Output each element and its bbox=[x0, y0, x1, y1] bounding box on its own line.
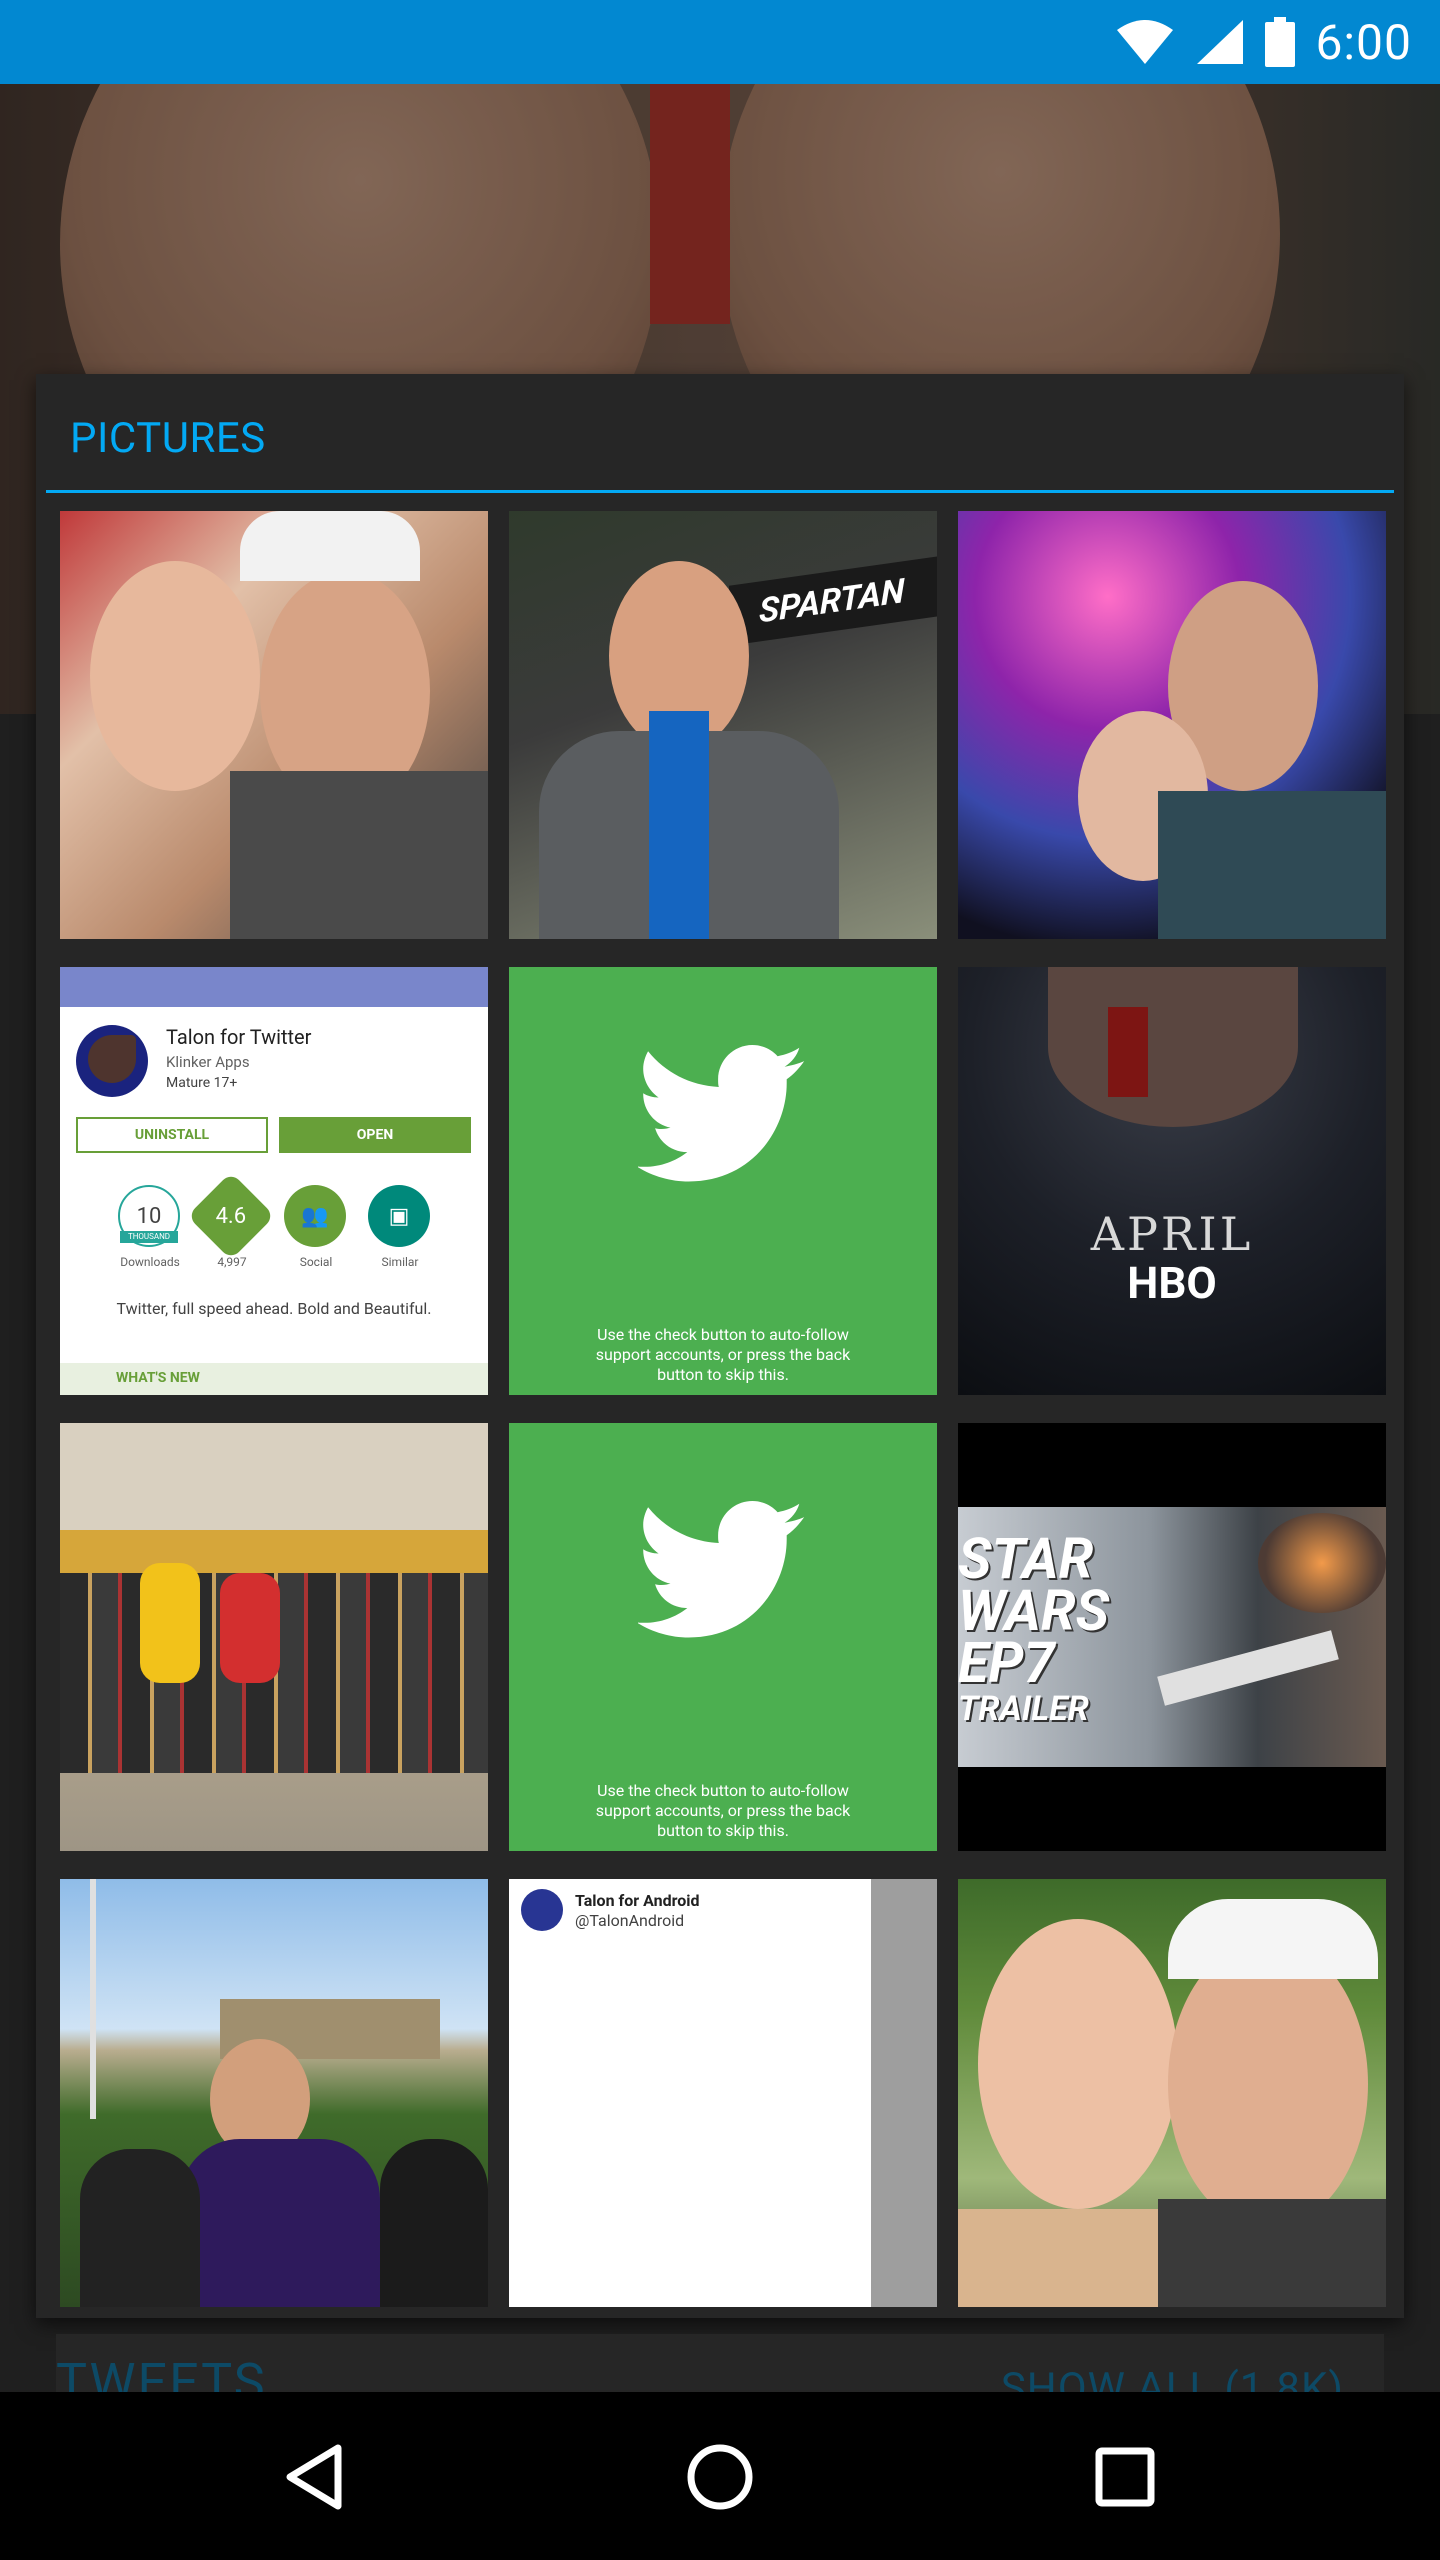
downloads-unit: THOUSAND bbox=[120, 1231, 178, 1243]
back-triangle-icon bbox=[286, 2444, 342, 2510]
hbo-april-text: APRIL bbox=[1090, 1207, 1254, 1261]
home-button[interactable] bbox=[675, 2432, 765, 2522]
back-button[interactable] bbox=[270, 2432, 360, 2522]
battery-icon bbox=[1265, 17, 1296, 67]
photo-twitter-follow-1[interactable]: Use the check button to auto-follow supp… bbox=[509, 967, 937, 1395]
star-wars-title: STAR WARS EP7 TRAILER bbox=[958, 1526, 1110, 1729]
twitter-bird-icon bbox=[638, 1501, 805, 1638]
tweet-author-name: Talon for Android bbox=[575, 1891, 700, 1910]
similar-icon: ▣ bbox=[368, 1185, 430, 1247]
playstore-developer: Klinker Apps bbox=[166, 1053, 250, 1071]
status-time: 6:00 bbox=[1315, 13, 1412, 71]
photo-group-iowa[interactable] bbox=[60, 1423, 488, 1851]
follow-skip-text: Use the check button to auto-follow supp… bbox=[595, 1781, 851, 1840]
uninstall-button[interactable]: UNINSTALL bbox=[76, 1117, 268, 1153]
follow-skip-text: Use the check button to auto-follow supp… bbox=[595, 1325, 851, 1384]
playstore-app-name: Talon for Twitter bbox=[166, 1025, 312, 1049]
photo-epcot-couple[interactable] bbox=[958, 511, 1386, 939]
pictures-divider bbox=[46, 490, 1394, 493]
playstore-description: Twitter, full speed ahead. Bold and Beau… bbox=[116, 1299, 432, 1318]
photo-hbo-april[interactable]: APRIL HBO bbox=[958, 967, 1386, 1395]
recents-button[interactable] bbox=[1080, 2432, 1170, 2522]
playstore-content-rating: Mature 17+ bbox=[166, 1075, 238, 1091]
similar-label: Similar bbox=[381, 1255, 419, 1269]
wifi-icon bbox=[1117, 20, 1174, 64]
status-bar: 6:00 bbox=[0, 0, 1440, 84]
recents-square-icon bbox=[1095, 2447, 1155, 2507]
social-icon: 👥 bbox=[284, 1185, 346, 1247]
cellular-signal-icon bbox=[1197, 20, 1244, 64]
photo-talon-play-store[interactable]: Talon for Twitter Klinker Apps Mature 17… bbox=[60, 967, 488, 1395]
open-button[interactable]: OPEN bbox=[279, 1117, 471, 1153]
pictures-card: PICTURES SPARTAN Talon for Twitter Klink… bbox=[36, 374, 1404, 2318]
photo-star-wars[interactable]: STAR WARS EP7 TRAILER bbox=[958, 1423, 1386, 1851]
status-icons: 6:00 bbox=[1115, 0, 1412, 84]
photo-spartan-race[interactable]: SPARTAN bbox=[509, 511, 937, 939]
photo-football-field[interactable] bbox=[60, 1879, 488, 2307]
photo-twitter-follow-2[interactable]: Use the check button to auto-follow supp… bbox=[509, 1423, 937, 1851]
tweet-author-handle: @TalonAndroid bbox=[575, 1911, 685, 1930]
pictures-title: PICTURES bbox=[70, 414, 266, 463]
home-circle-icon bbox=[687, 2444, 753, 2510]
photo-talon-android-tweet[interactable]: Talon for Android @TalonAndroid bbox=[509, 1879, 937, 2307]
photo-couple-selfie-2[interactable] bbox=[958, 1879, 1386, 2307]
talon-app-icon bbox=[76, 1025, 148, 1097]
navigation-bar bbox=[0, 2392, 1440, 2560]
hbo-logo: HBO bbox=[1127, 1257, 1217, 1309]
photo-couple-selfie-1[interactable] bbox=[60, 511, 488, 939]
twitter-bird-icon bbox=[638, 1045, 805, 1182]
whats-new-label: WHAT'S NEW bbox=[60, 1363, 488, 1395]
talon-avatar bbox=[521, 1889, 563, 1931]
